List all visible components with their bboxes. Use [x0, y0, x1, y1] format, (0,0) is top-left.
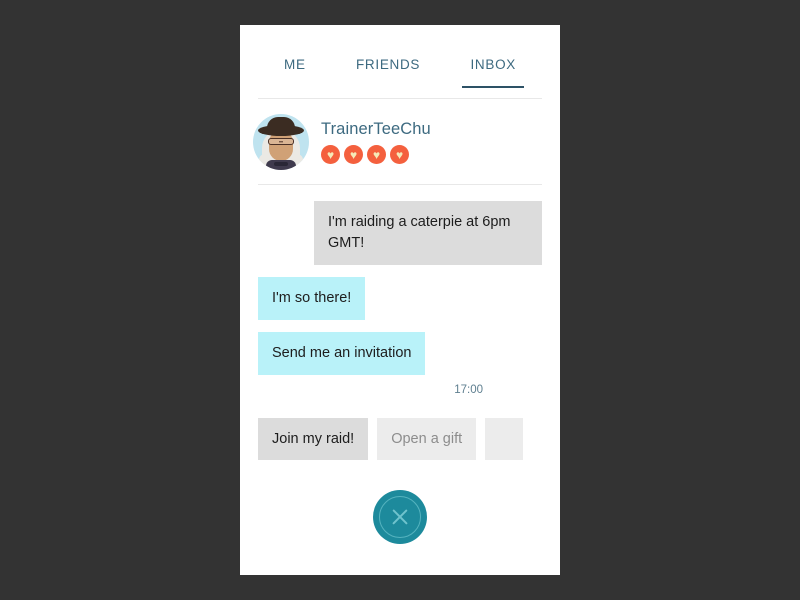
tab-inbox[interactable]: INBOX	[462, 57, 524, 88]
message-bubble-outgoing: I'm so there!	[258, 277, 366, 321]
heart-glyph: ♥	[372, 147, 381, 162]
avatar-glasses	[268, 138, 294, 145]
close-button-area	[240, 490, 560, 545]
tab-inbox-label: INBOX	[470, 57, 516, 72]
heart-glyph: ♥	[349, 147, 358, 162]
heart-glyph: ♥	[326, 147, 335, 162]
quick-reply-bar: Join my raid! Open a gift	[240, 396, 560, 461]
tab-friends[interactable]: FRIENDS	[356, 57, 420, 88]
heart-icon: ♥	[321, 145, 340, 164]
quick-reply-overflow[interactable]	[485, 418, 524, 461]
quick-reply-join-raid[interactable]: Join my raid!	[258, 418, 369, 461]
tab-me[interactable]: ME	[284, 57, 306, 88]
tab-me-label: ME	[284, 57, 306, 72]
heart-glyph: ♥	[395, 147, 404, 162]
heart-icon: ♥	[367, 145, 386, 164]
app-backdrop: ME FRIENDS INBOX TrainerTeeChu ♥ ♥ ♥ ♥ I…	[0, 0, 800, 600]
avatar-collar	[266, 160, 296, 170]
message-row: I'm raiding a caterpie at 6pm GMT!	[258, 201, 542, 266]
profile-row[interactable]: TrainerTeeChu ♥ ♥ ♥ ♥	[240, 99, 560, 184]
message-bubble-incoming: I'm raiding a caterpie at 6pm GMT!	[314, 201, 542, 266]
message-timestamp: 17:00	[454, 384, 483, 397]
tab-friends-label: FRIENDS	[355, 57, 421, 72]
friendship-hearts: ♥ ♥ ♥ ♥	[321, 145, 431, 164]
close-button[interactable]	[373, 490, 427, 545]
message-bubble-outgoing: Send me an invitation	[258, 332, 426, 376]
profile-meta: TrainerTeeChu ♥ ♥ ♥ ♥	[321, 120, 431, 164]
tab-inbox-underline	[462, 86, 524, 88]
message-list: I'm raiding a caterpie at 6pm GMT! I'm s…	[240, 185, 560, 396]
tab-bar: ME FRIENDS INBOX	[240, 25, 560, 88]
chat-card: ME FRIENDS INBOX TrainerTeeChu ♥ ♥ ♥ ♥ I…	[240, 25, 560, 575]
message-row: I'm so there!	[258, 277, 542, 321]
username-label: TrainerTeeChu	[321, 120, 431, 138]
heart-icon: ♥	[390, 145, 409, 164]
quick-reply-open-gift[interactable]: Open a gift	[377, 418, 477, 461]
trainer-avatar-icon	[253, 114, 309, 170]
heart-icon: ♥	[344, 145, 363, 164]
avatar-hat-crown	[267, 117, 295, 131]
message-row: Send me an invitation	[258, 332, 542, 376]
